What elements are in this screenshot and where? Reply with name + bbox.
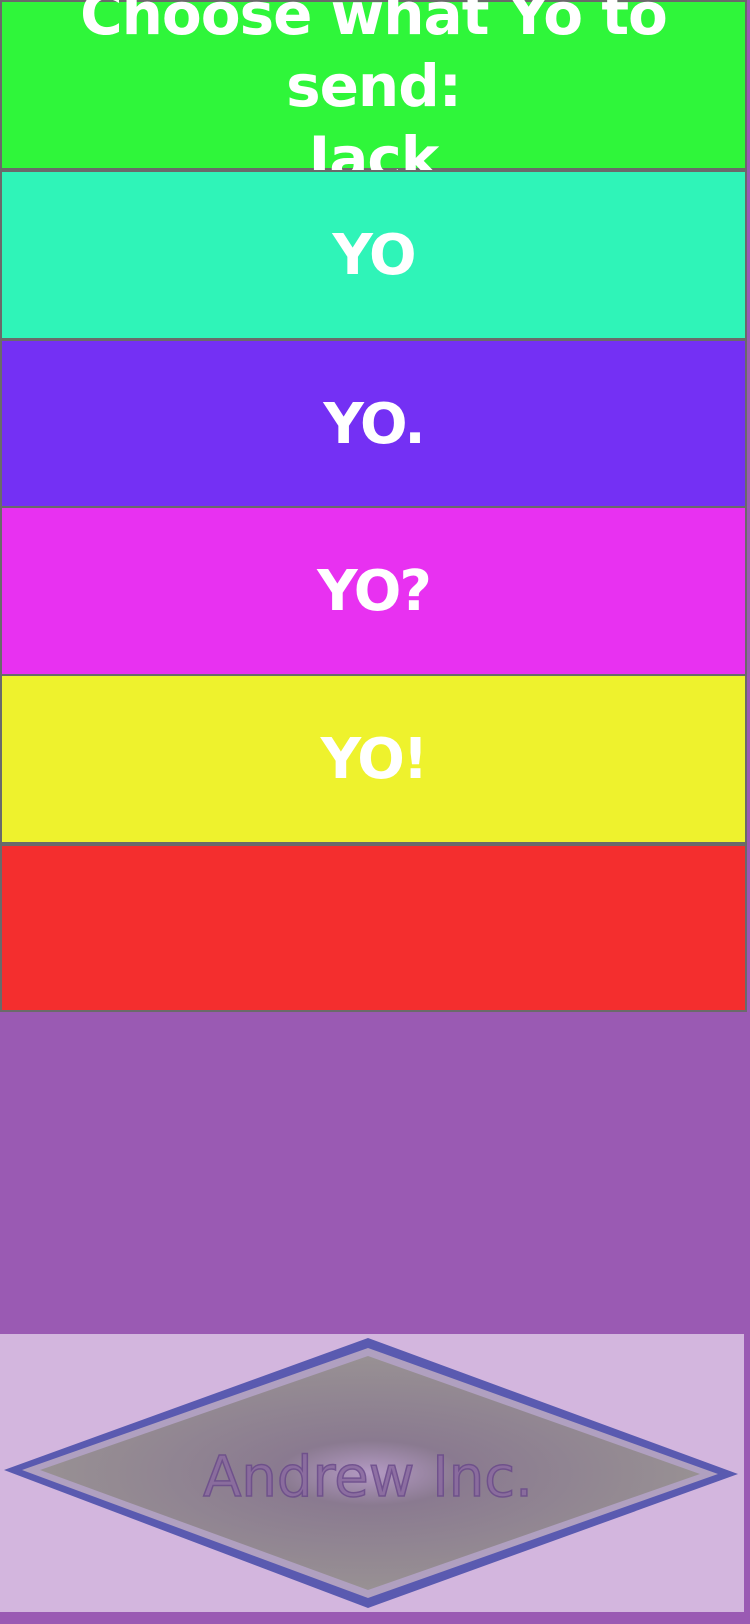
diamond-logo-icon: Andrew Inc. (4, 1338, 738, 1608)
yo-red-button[interactable] (0, 844, 747, 1012)
yo-period-button-label: YO. (323, 391, 425, 457)
yo-exclamation-button-label: YO! (320, 726, 429, 792)
yo-question-button-label: YO? (317, 558, 432, 624)
yo-question-button[interactable]: YO? (0, 506, 747, 676)
yo-button-label: YO (332, 222, 416, 288)
andrew-inc-logo-panel: Andrew Inc. (0, 1334, 744, 1612)
page-title: Choose what Yo to send: Jack (0, 0, 747, 192)
yo-period-button[interactable]: YO. (0, 339, 747, 509)
empty-background-area (0, 1012, 750, 1334)
yo-exclamation-button[interactable]: YO! (0, 674, 747, 844)
logo-text: Andrew Inc. (203, 1445, 533, 1510)
yo-button[interactable]: YO (0, 170, 747, 340)
title-line-1: Choose what Yo to send: (80, 0, 668, 120)
